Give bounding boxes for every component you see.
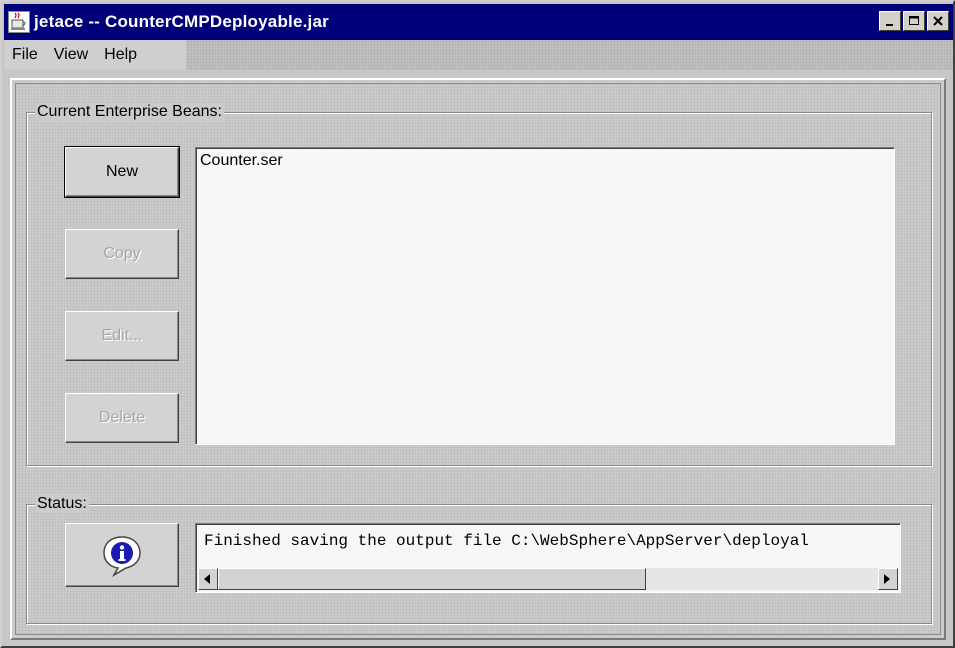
copy-button-label: Copy bbox=[103, 245, 141, 262]
edit-button-label: Edit... bbox=[101, 327, 143, 344]
arrow-right-icon bbox=[884, 574, 890, 584]
beans-list[interactable]: Counter.ser bbox=[195, 147, 895, 445]
beans-group-label: Current Enterprise Beans: bbox=[35, 103, 224, 121]
scroll-right-button[interactable] bbox=[878, 568, 898, 590]
info-icon bbox=[103, 536, 141, 577]
java-cup-icon[interactable] bbox=[8, 11, 30, 33]
main-panel: Current Enterprise Beans: New Copy Edit.… bbox=[10, 78, 946, 640]
info-button[interactable] bbox=[65, 523, 179, 587]
horizontal-scrollbar[interactable] bbox=[198, 568, 898, 590]
app-window: jetace -- CounterCMPDeployable.jar File … bbox=[0, 0, 955, 648]
arrow-left-icon bbox=[204, 574, 210, 584]
edit-button[interactable]: Edit... bbox=[65, 311, 179, 361]
status-group: Status: Finished saving the output file … bbox=[26, 495, 932, 624]
menu-bar: File View Help bbox=[4, 40, 953, 70]
status-message: Finished saving the output file C:\WebSp… bbox=[204, 532, 809, 550]
menu-help[interactable]: Help bbox=[96, 46, 145, 64]
title-bar[interactable]: jetace -- CounterCMPDeployable.jar bbox=[4, 4, 953, 40]
delete-button[interactable]: Delete bbox=[65, 393, 179, 443]
close-icon bbox=[933, 16, 943, 26]
status-message-box: Finished saving the output file C:\WebSp… bbox=[195, 523, 901, 593]
beans-group: Current Enterprise Beans: New Copy Edit.… bbox=[26, 103, 932, 466]
minimize-button[interactable] bbox=[879, 11, 901, 31]
list-item[interactable]: Counter.ser bbox=[196, 148, 894, 174]
delete-button-label: Delete bbox=[98, 409, 146, 426]
menu-file[interactable]: File bbox=[4, 46, 46, 64]
copy-button[interactable]: Copy bbox=[65, 229, 179, 279]
minimize-icon bbox=[886, 24, 893, 26]
menu-view[interactable]: View bbox=[46, 46, 96, 64]
scroll-left-button[interactable] bbox=[198, 568, 218, 590]
window-title: jetace -- CounterCMPDeployable.jar bbox=[34, 12, 329, 31]
new-button-label: New bbox=[105, 163, 138, 180]
close-button[interactable] bbox=[927, 11, 949, 31]
maximize-button[interactable] bbox=[903, 11, 925, 31]
maximize-icon bbox=[909, 16, 919, 25]
status-group-label: Status: bbox=[35, 495, 89, 513]
scrollbar-thumb[interactable] bbox=[218, 568, 646, 590]
new-button[interactable]: New bbox=[64, 146, 180, 198]
